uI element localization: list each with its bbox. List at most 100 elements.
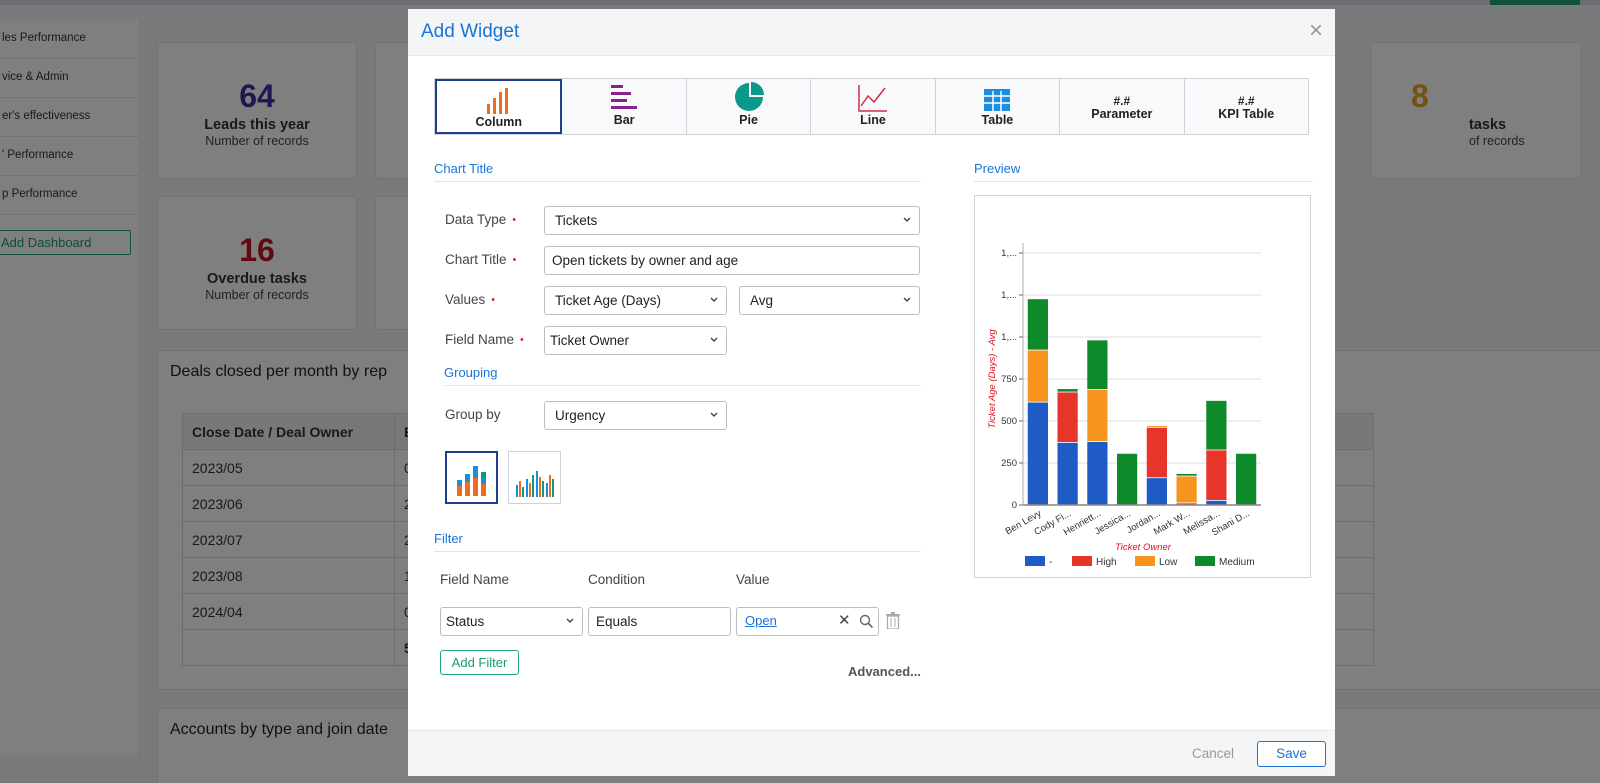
chevron-down-icon: [903, 297, 911, 302]
filter-condition-input[interactable]: Equals: [588, 607, 731, 636]
filter-field-select[interactable]: Status: [440, 607, 583, 636]
line-chart-icon: [858, 85, 887, 112]
advanced-link[interactable]: Advanced...: [848, 664, 921, 679]
section-grouping: Grouping: [444, 365, 921, 386]
preview-chart: 02505007501,...1,...1,...Ben LevyCody Fi…: [987, 243, 1261, 568]
table-icon: [984, 89, 1011, 111]
stacked-column-icon: [456, 466, 486, 496]
chart-type-bar[interactable]: Bar: [562, 79, 687, 134]
chart-bar: [1206, 500, 1227, 505]
y-tick-label: 250: [1001, 458, 1017, 469]
section-chart-title: Chart Title: [434, 161, 921, 182]
chart-type-label: KPI Table: [1218, 107, 1275, 121]
y-tick-label: 1,...: [1001, 248, 1017, 259]
chart-preview: 0 250 500 750 1,... 1,... 1,... Ben Levy Cody Fi…: [974, 195, 1311, 578]
chart-type-label: Table: [981, 113, 1014, 127]
grouped-column-icon: [515, 471, 554, 497]
chevron-down-icon: [710, 412, 718, 417]
save-button[interactable]: Save: [1257, 741, 1326, 767]
chart-bar: [1117, 453, 1138, 505]
y-tick-label: 1,...: [1001, 332, 1017, 343]
section-preview: Preview: [974, 161, 1313, 182]
modal-footer: Cancel Save: [408, 730, 1335, 776]
group-by-select[interactable]: Urgency: [544, 401, 727, 430]
chart-bar: [1027, 299, 1048, 350]
group-by-label: Group by: [445, 407, 501, 422]
y-tick-label: 0: [1012, 500, 1017, 511]
legend-label: Medium: [1219, 557, 1255, 568]
chart-bar: [1027, 350, 1048, 402]
legend-swatch: [1072, 556, 1092, 566]
chart-bar: [1087, 442, 1108, 505]
chart-bar: [1087, 340, 1108, 390]
section-filter: Filter: [434, 531, 921, 552]
chart-type-table[interactable]: Table: [935, 79, 1061, 134]
x-axis-label: Ticket Owner: [1115, 542, 1172, 553]
modal-header: Add Widget ×: [408, 9, 1335, 56]
chart-bar: [1057, 392, 1078, 443]
legend-label: High: [1096, 557, 1117, 568]
y-axis-label: Ticket Age (Days) - Avg: [987, 329, 998, 429]
chevron-down-icon: [566, 618, 574, 623]
data-type-select[interactable]: Tickets: [544, 206, 920, 235]
y-tick-label: 1,...: [1001, 290, 1017, 301]
filter-header-value: Value: [736, 572, 770, 587]
chart-title-input[interactable]: Open tickets by owner and age: [544, 246, 920, 275]
chart-type-pie[interactable]: Pie: [686, 79, 812, 134]
chart-type-selector: Column Bar Pie Line Table #.# Parameter …: [434, 78, 1309, 135]
chart-type-parameter[interactable]: #.# Parameter: [1060, 79, 1185, 134]
add-widget-modal: Add Widget × Column Bar Pie Line Table #…: [408, 9, 1335, 776]
chevron-down-icon: [710, 337, 718, 342]
chart-type-label: Pie: [739, 113, 758, 127]
legend-swatch: [1025, 556, 1045, 566]
y-tick-label: 750: [1001, 374, 1017, 385]
chart-type-column[interactable]: Column: [435, 79, 563, 134]
chart-type-label: Column: [475, 115, 522, 129]
field-name-select[interactable]: Ticket Owner: [544, 326, 727, 355]
bar-chart-icon: [611, 85, 638, 109]
chart-title-label: Chart Title •: [445, 252, 517, 267]
data-type-label: Data Type •: [445, 212, 517, 227]
pie-chart-icon: [734, 82, 764, 111]
filter-header-condition: Condition: [588, 572, 646, 587]
search-icon[interactable]: [859, 614, 874, 629]
chevron-down-icon: [710, 297, 718, 302]
close-icon[interactable]: ×: [1309, 19, 1323, 43]
chart-bar: [1027, 402, 1048, 505]
chart-bar: [1057, 389, 1078, 392]
column-chart-icon: [486, 88, 508, 114]
chart-type-label: Parameter: [1091, 107, 1153, 121]
chart-bar: [1206, 450, 1227, 500]
chart-bar: [1146, 478, 1167, 505]
chart-bar: [1176, 473, 1197, 476]
chart-bar: [1146, 426, 1167, 427]
chart-type-kpi-table[interactable]: #.# KPI Table: [1184, 79, 1308, 134]
legend-swatch: [1195, 556, 1215, 566]
stacked-column-option[interactable]: [445, 451, 498, 504]
trash-icon[interactable]: [886, 612, 900, 629]
chart-bar: [1176, 503, 1197, 505]
grouped-column-option[interactable]: [508, 451, 561, 504]
clear-icon[interactable]: ✕: [838, 613, 851, 629]
field-name-label: Field Name •: [445, 332, 524, 347]
legend-swatch: [1135, 556, 1155, 566]
filter-value-chip[interactable]: Open: [745, 613, 777, 628]
y-tick-label: 500: [1001, 416, 1017, 427]
chart-bar: [1206, 400, 1227, 450]
chart-type-label: Line: [860, 113, 886, 127]
cancel-button[interactable]: Cancel: [1192, 746, 1234, 761]
modal-title: Add Widget: [421, 21, 520, 42]
chart-bar: [1146, 427, 1167, 478]
chart-type-line[interactable]: Line: [811, 79, 936, 134]
parameter-icon: #.#: [1113, 94, 1131, 108]
chart-bar: [1087, 389, 1108, 442]
chart-bar: [1236, 453, 1257, 505]
chart-type-label: Bar: [613, 113, 635, 127]
add-filter-button[interactable]: Add Filter: [440, 650, 519, 675]
values-aggregate-select[interactable]: Avg: [739, 286, 920, 315]
filter-value-input[interactable]: Open ✕: [736, 607, 879, 636]
chart-bar: [1057, 442, 1078, 505]
legend-label: -: [1049, 557, 1052, 568]
legend-label: Low: [1159, 557, 1178, 568]
values-field-select[interactable]: Ticket Age (Days): [544, 286, 727, 315]
